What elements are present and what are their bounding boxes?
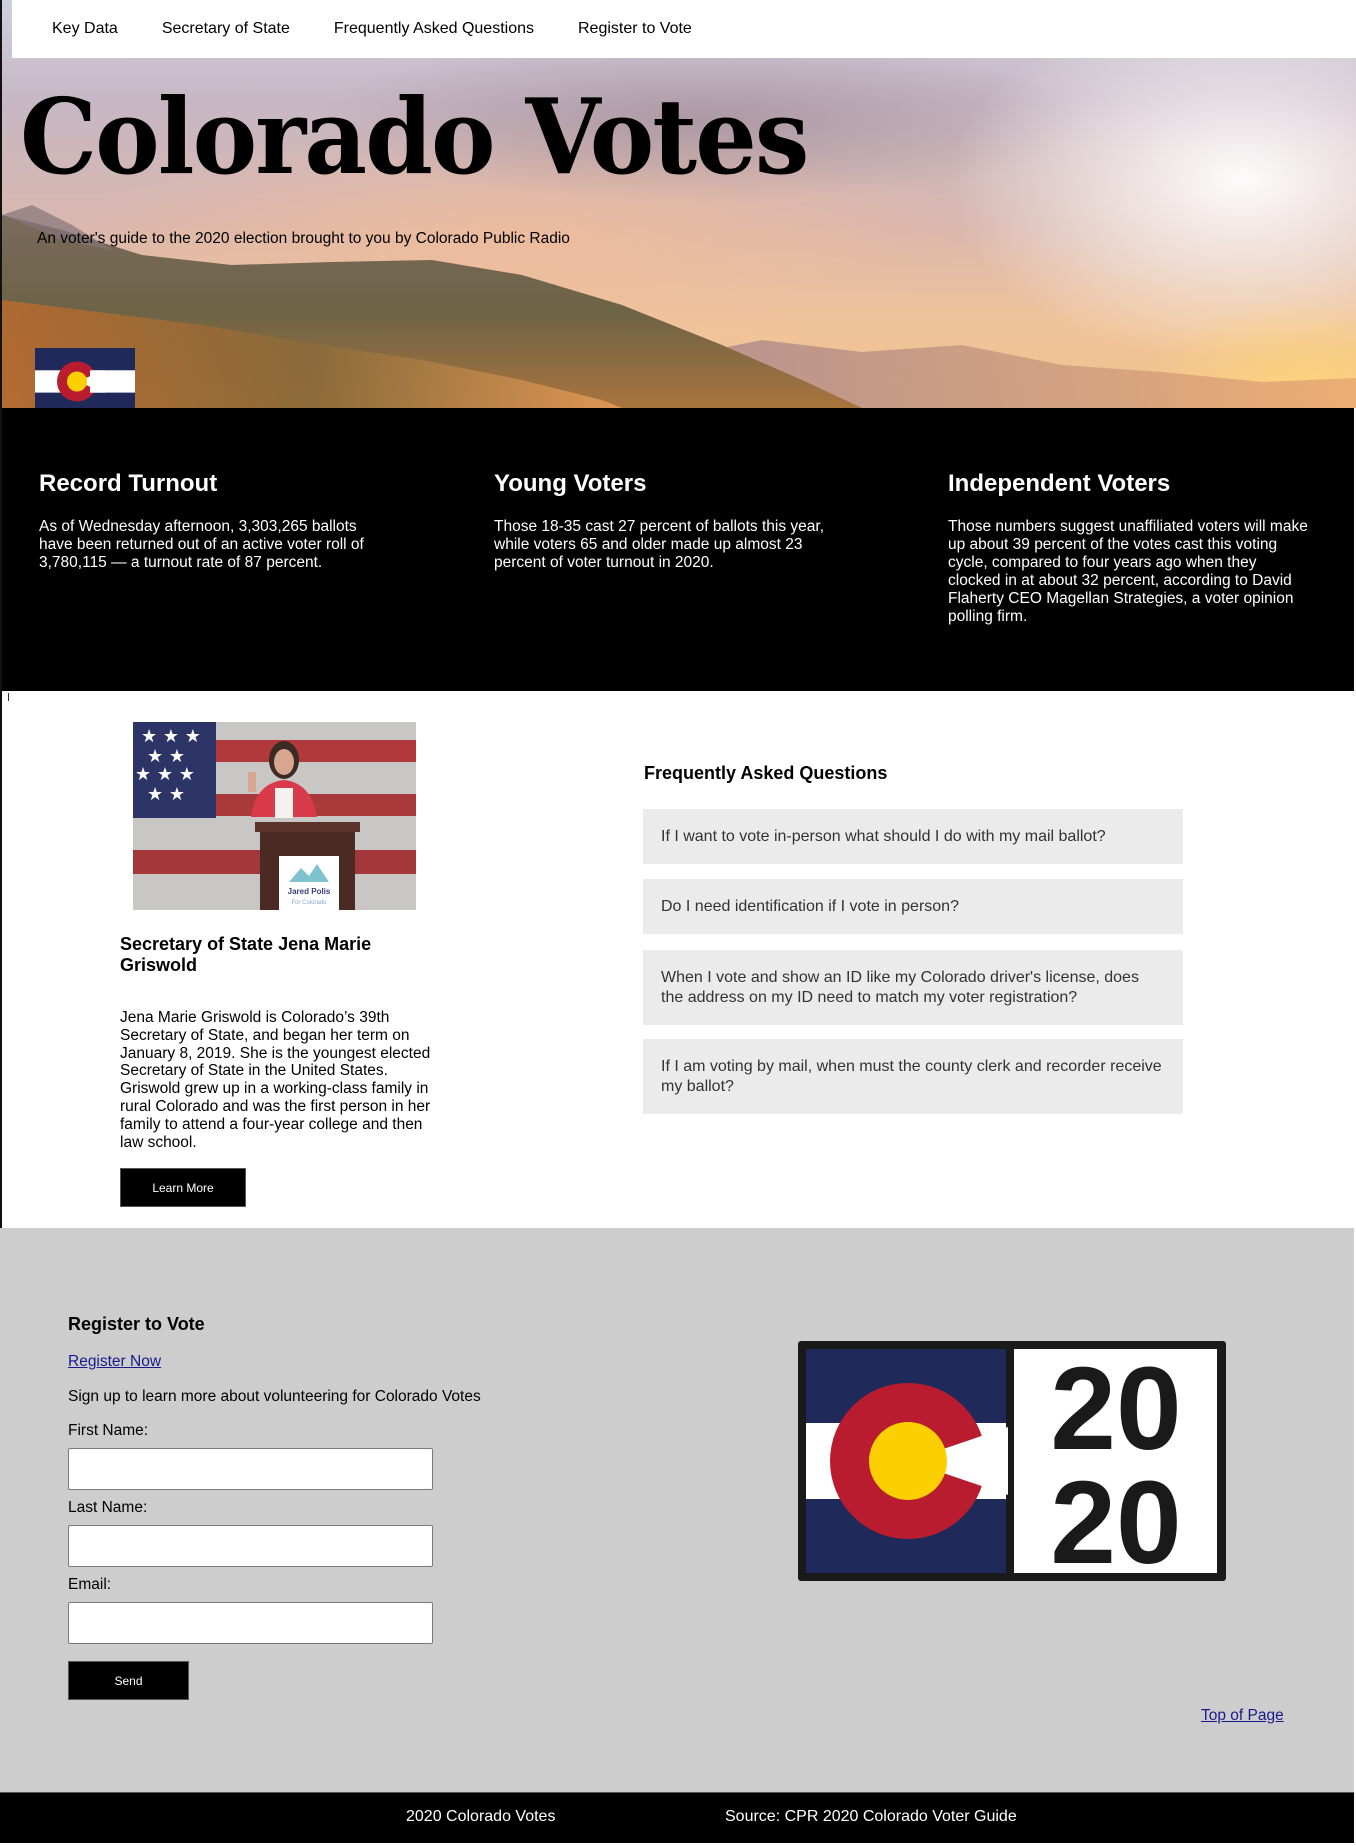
card-title: Record Turnout [39,470,218,497]
card-title: Independent Voters [948,470,1171,497]
secretary-bio: Jena Marie Griswold is Colorado’s 39th S… [120,1009,431,1151]
text-cursor [8,693,9,701]
nav-item-key-data[interactable]: Key Data [52,20,118,38]
hero-subtitle: An voter's guide to the 2020 election br… [37,230,570,247]
card-body: As of Wednesday afternoon, 3,303,265 bal… [39,518,364,571]
svg-text:★ ★: ★ ★ [147,784,185,805]
key-data-card-independent-voters: Independent Voters Those numbers suggest… [948,470,1308,626]
learn-more-button[interactable]: Learn More [120,1168,246,1207]
colorado-flag-icon [35,348,135,415]
footer-title: 2020 Colorado Votes [406,1808,556,1825]
first-name-input[interactable] [68,1448,433,1490]
card-body: Those 18-35 cast 27 percent of ballots t… [494,518,824,571]
key-data-card-young-voters: Young Voters Those 18-35 cast 27 percent… [494,470,844,572]
top-of-page-link[interactable]: Top of Page [1201,1707,1284,1725]
send-button[interactable]: Send [68,1661,189,1700]
secretary-photo: ★ ★ ★ ★ ★ ★ ★ ★ ★ ★ Jared Polis For Colo… [133,722,416,910]
nav-item-secretary-of-state[interactable]: Secretary of State [162,20,290,38]
faq-item[interactable]: When I vote and show an ID like my Color… [643,950,1183,1025]
top-nav: Key Data Secretary of State Frequently A… [12,0,1356,58]
register-title: Register to Vote [68,1314,205,1334]
key-data-section: Record Turnout As of Wednesday afternoon… [2,408,1354,691]
email-input[interactable] [68,1602,433,1644]
register-now-link[interactable]: Register Now [68,1353,161,1371]
mountain-landscape-image [2,205,1356,408]
email-label: Email: [68,1576,112,1593]
last-name-label: Last Name: [68,1499,148,1516]
hero-banner: Key Data Secretary of State Frequently A… [2,0,1356,408]
faq-item[interactable]: If I want to vote in-person what should … [643,809,1183,864]
footer: 2020 Colorado Votes Source: CPR 2020 Col… [0,1792,1354,1843]
card-body: Those numbers suggest unaffiliated voter… [948,518,1308,625]
faq-item[interactable]: Do I need identification if I vote in pe… [643,879,1183,934]
faq-title: Frequently Asked Questions [644,763,888,783]
nav-item-register-to-vote[interactable]: Register to Vote [578,20,692,38]
register-subtitle: Sign up to learn more about volunteering… [68,1388,481,1405]
logo-year-top: 20 [1050,1343,1181,1475]
colorado-2020-logo: 20 20 [798,1341,1226,1581]
nav-item-faq[interactable]: Frequently Asked Questions [334,20,534,38]
card-title: Young Voters [494,470,647,497]
key-data-card-turnout: Record Turnout As of Wednesday afternoon… [39,470,384,572]
svg-text:★ ★ ★: ★ ★ ★ [141,726,201,747]
page: Key Data Secretary of State Frequently A… [0,0,1356,1846]
page-title: Colorado Votes [20,75,809,198]
secretary-name: Secretary of State Jena Marie Griswold [120,934,372,975]
last-name-input[interactable] [68,1525,433,1567]
podium-sign-text: Jared Polis [288,887,331,896]
svg-text:★ ★ ★: ★ ★ ★ [135,764,195,785]
podium-sign-subtext: For Colorado [291,900,327,906]
faq-item[interactable]: If I am voting by mail, when must the co… [643,1039,1183,1114]
footer-source: Source: CPR 2020 Colorado Voter Guide [725,1808,1017,1825]
logo-year-bottom: 20 [1050,1457,1181,1581]
first-name-label: First Name: [68,1422,149,1439]
